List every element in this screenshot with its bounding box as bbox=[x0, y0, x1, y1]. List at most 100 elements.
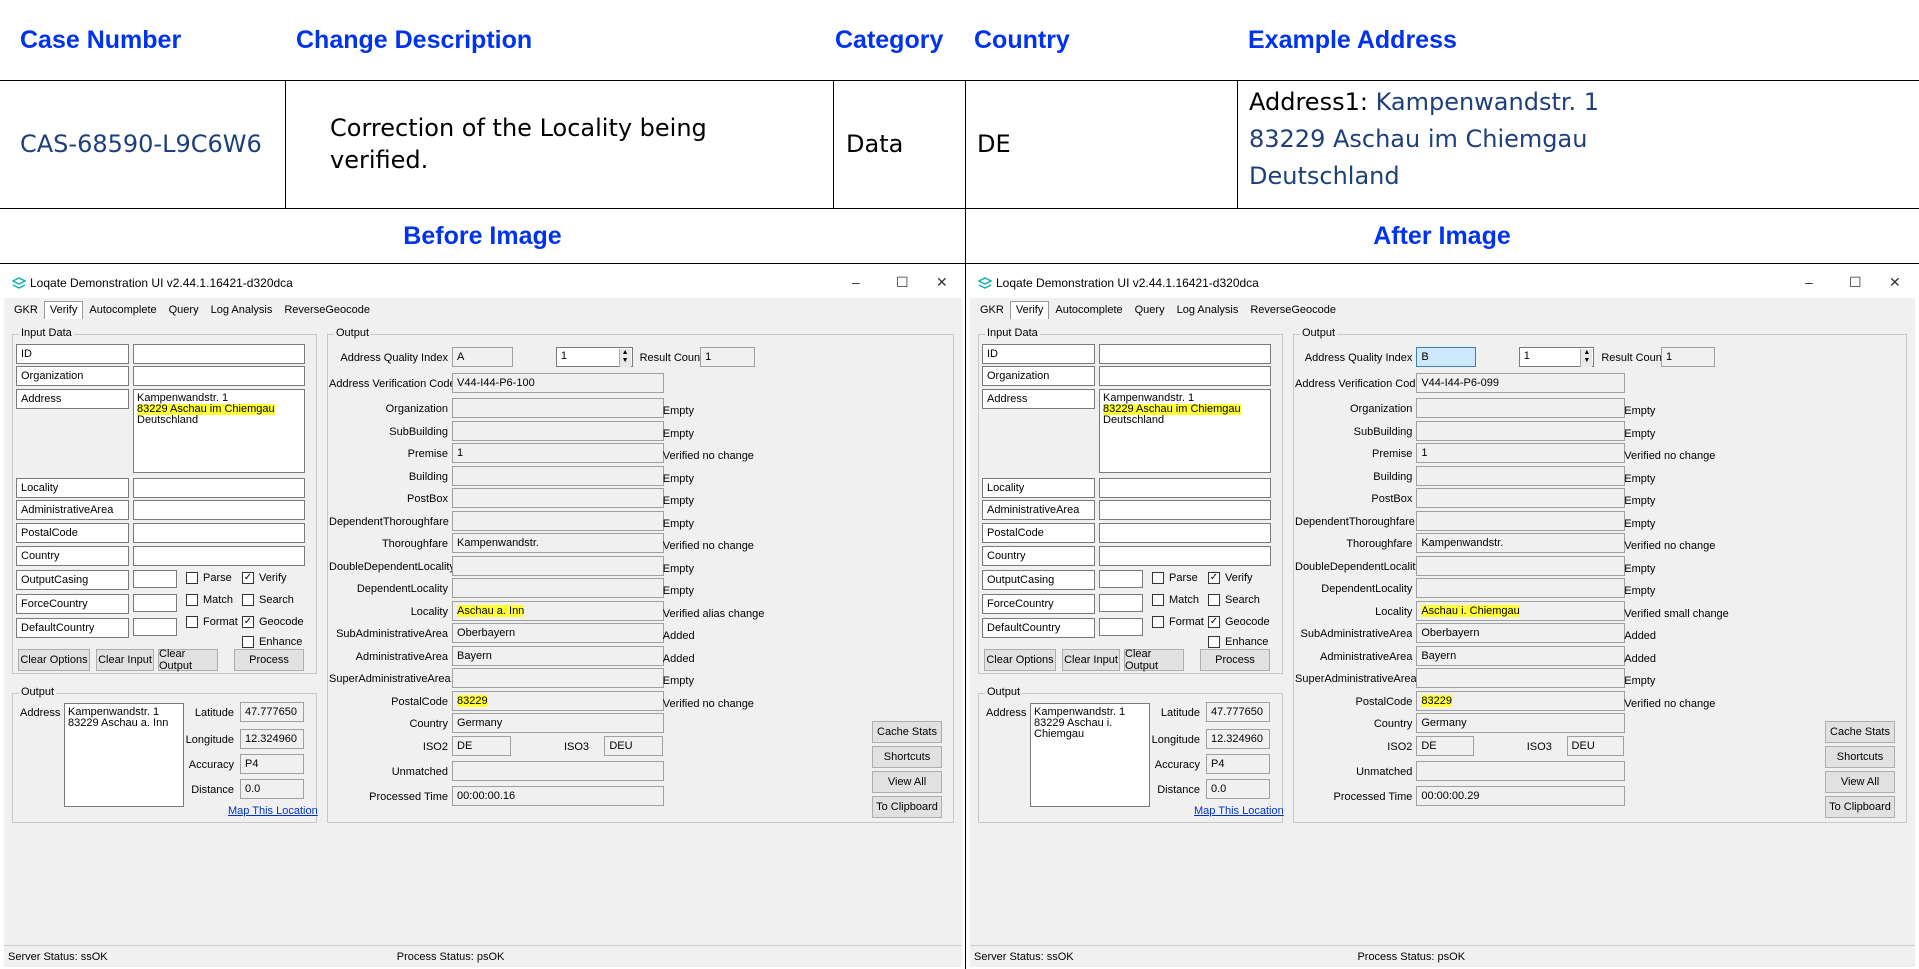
field-input-postalcode[interactable] bbox=[133, 523, 305, 543]
search-checkbox[interactable]: Search bbox=[1208, 594, 1260, 606]
field-input-country[interactable] bbox=[1099, 546, 1271, 566]
search-checkbox[interactable]: Search bbox=[242, 594, 294, 606]
field-input-postalcode[interactable] bbox=[1099, 523, 1271, 543]
match-checkbox[interactable]: Match bbox=[1152, 594, 1199, 606]
output-value-subbuilding bbox=[452, 420, 664, 441]
field-select-id[interactable]: ID bbox=[982, 344, 1095, 364]
tab-query[interactable]: Query bbox=[163, 301, 205, 319]
verify-checkbox[interactable]: ✓ Verify bbox=[242, 572, 287, 584]
option-value-input[interactable] bbox=[1099, 570, 1143, 588]
to-clipboard-button[interactable]: To Clipboard bbox=[1825, 796, 1895, 818]
map-this-location-link[interactable]: Map This Location bbox=[1194, 805, 1284, 817]
clear-input-button[interactable]: Clear Input bbox=[96, 649, 154, 671]
field-input-country[interactable] bbox=[133, 546, 305, 566]
process-button[interactable]: Process bbox=[1200, 649, 1270, 671]
option-select-outputcasing[interactable]: OutputCasing bbox=[16, 570, 129, 590]
process-button[interactable]: Process bbox=[234, 649, 304, 671]
tab-log-analysis[interactable]: Log Analysis bbox=[1171, 301, 1245, 319]
tab-log-analysis[interactable]: Log Analysis bbox=[205, 301, 279, 319]
field-select-administrativearea[interactable]: AdministrativeArea bbox=[982, 500, 1095, 520]
minimize-button[interactable]: – bbox=[1805, 274, 1813, 290]
field-input-id[interactable] bbox=[133, 344, 305, 364]
cache-stats-button[interactable]: Cache Stats bbox=[872, 721, 942, 743]
geocode-checkbox[interactable]: ✓ Geocode bbox=[242, 616, 304, 628]
format-checkbox[interactable]: Format bbox=[186, 616, 238, 628]
tab-verify[interactable]: Verify bbox=[43, 301, 84, 319]
map-this-location-link[interactable]: Map This Location bbox=[228, 805, 318, 817]
tab-reversegeocode[interactable]: ReverseGeocode bbox=[278, 301, 376, 319]
clear-output-button[interactable]: Clear Output bbox=[1124, 648, 1184, 672]
option-value-input[interactable] bbox=[1099, 594, 1143, 612]
field-input-locality[interactable] bbox=[1099, 478, 1271, 498]
parse-checkbox[interactable]: Parse bbox=[186, 572, 232, 584]
to-clipboard-button[interactable]: To Clipboard bbox=[872, 796, 942, 818]
loqate-logo-icon bbox=[977, 276, 993, 290]
field-select-organization[interactable]: Organization bbox=[16, 366, 129, 386]
tab-query[interactable]: Query bbox=[1129, 301, 1171, 319]
spinner-arrows-icon[interactable]: ▲ ▼ bbox=[618, 349, 631, 367]
field-input-organization[interactable] bbox=[133, 366, 305, 386]
tab-reversegeocode[interactable]: ReverseGeocode bbox=[1244, 301, 1342, 319]
tab-gkr[interactable]: GKR bbox=[8, 301, 44, 319]
enhance-checkbox[interactable]: Enhance bbox=[1208, 636, 1268, 648]
close-button[interactable]: ✕ bbox=[936, 274, 948, 291]
field-select-postalcode[interactable]: PostalCode bbox=[16, 523, 129, 543]
field-select-administrativearea[interactable]: AdministrativeArea bbox=[16, 500, 129, 520]
field-input-id[interactable] bbox=[1099, 344, 1271, 364]
enhance-checkbox[interactable]: Enhance bbox=[242, 636, 302, 648]
option-select-forcecountry[interactable]: ForceCountry bbox=[16, 594, 129, 614]
geocode-checkbox[interactable]: ✓ Geocode bbox=[1208, 616, 1270, 628]
option-value-input[interactable] bbox=[1099, 618, 1143, 636]
avc-value: V44-I44-P6-100 bbox=[452, 373, 664, 393]
view-all-button[interactable]: View All bbox=[1825, 771, 1895, 793]
option-value-input[interactable] bbox=[133, 570, 177, 588]
match-checkbox[interactable]: Match bbox=[186, 594, 233, 606]
field-select-locality[interactable]: Locality bbox=[982, 478, 1095, 498]
country: DE bbox=[977, 130, 1011, 158]
field-input-administrativearea[interactable] bbox=[1099, 500, 1271, 520]
result-spinner[interactable]: 1 ▲ ▼ bbox=[555, 347, 633, 367]
shortcuts-button[interactable]: Shortcuts bbox=[1825, 746, 1895, 768]
option-select-defaultcountry[interactable]: DefaultCountry bbox=[982, 618, 1095, 638]
tab-gkr[interactable]: GKR bbox=[974, 301, 1010, 319]
cache-stats-button[interactable]: Cache Stats bbox=[1825, 721, 1895, 743]
field-input-locality[interactable] bbox=[133, 478, 305, 498]
option-value-input[interactable] bbox=[133, 594, 177, 612]
option-value-input[interactable] bbox=[133, 618, 177, 636]
address-input[interactable]: Kampenwandstr. 1 83229 Aschau im Chiemgau… bbox=[1099, 389, 1271, 473]
output-status-organization: Empty bbox=[662, 405, 694, 417]
minimize-button[interactable]: – bbox=[852, 274, 860, 290]
maximize-button[interactable]: ☐ bbox=[1849, 274, 1862, 291]
field-input-organization[interactable] bbox=[1099, 366, 1271, 386]
result-spinner[interactable]: 1 ▲ ▼ bbox=[1518, 347, 1595, 367]
field-input-administrativearea[interactable] bbox=[133, 500, 305, 520]
field-select-country[interactable]: Country bbox=[16, 546, 129, 566]
close-button[interactable]: ✕ bbox=[1889, 274, 1901, 291]
output-value-building bbox=[1416, 465, 1626, 486]
field-select-address[interactable]: Address bbox=[982, 389, 1095, 409]
verify-checkbox[interactable]: ✓ Verify bbox=[1208, 572, 1253, 584]
clear-output-button[interactable]: Clear Output bbox=[158, 648, 218, 672]
format-checkbox[interactable]: Format bbox=[1152, 616, 1204, 628]
maximize-button[interactable]: ☐ bbox=[896, 274, 909, 291]
field-select-country[interactable]: Country bbox=[982, 546, 1095, 566]
field-select-locality[interactable]: Locality bbox=[16, 478, 129, 498]
clear-options-button[interactable]: Clear Options bbox=[18, 649, 90, 671]
clear-options-button[interactable]: Clear Options bbox=[984, 649, 1056, 671]
spinner-arrows-icon[interactable]: ▲ ▼ bbox=[1580, 349, 1593, 367]
field-select-id[interactable]: ID bbox=[16, 344, 129, 364]
field-select-organization[interactable]: Organization bbox=[982, 366, 1095, 386]
tab-autocomplete[interactable]: Autocomplete bbox=[1049, 301, 1128, 319]
option-select-defaultcountry[interactable]: DefaultCountry bbox=[16, 618, 129, 638]
tab-verify[interactable]: Verify bbox=[1009, 301, 1050, 319]
field-select-address[interactable]: Address bbox=[16, 389, 129, 409]
parse-checkbox[interactable]: Parse bbox=[1152, 572, 1198, 584]
shortcuts-button[interactable]: Shortcuts bbox=[872, 746, 942, 768]
tab-autocomplete[interactable]: Autocomplete bbox=[83, 301, 162, 319]
view-all-button[interactable]: View All bbox=[872, 771, 942, 793]
field-select-postalcode[interactable]: PostalCode bbox=[982, 523, 1095, 543]
address-input[interactable]: Kampenwandstr. 1 83229 Aschau im Chiemgau… bbox=[133, 389, 305, 473]
clear-input-button[interactable]: Clear Input bbox=[1062, 649, 1120, 671]
option-select-forcecountry[interactable]: ForceCountry bbox=[982, 594, 1095, 614]
option-select-outputcasing[interactable]: OutputCasing bbox=[982, 570, 1095, 590]
